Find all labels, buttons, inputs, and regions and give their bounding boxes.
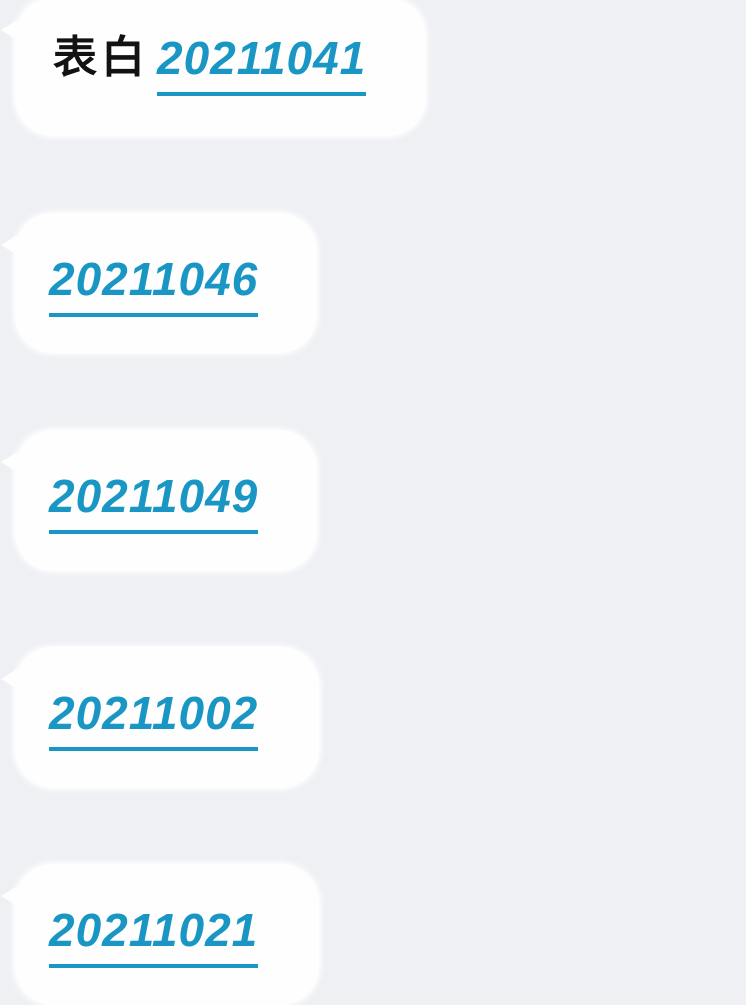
message-text: 表白 bbox=[53, 32, 149, 83]
message-bubble: 20211046 bbox=[1, 213, 317, 353]
number-link[interactable]: 20211021 bbox=[49, 902, 259, 968]
bubble-tail bbox=[1, 20, 17, 40]
message-bubble: 表白 20211041 bbox=[1, 0, 426, 136]
chat-message-list: 表白 20211041 20211046 20211049 20211002 2… bbox=[0, 0, 746, 1005]
number-link[interactable]: 20211046 bbox=[49, 251, 259, 317]
bubble-tail bbox=[1, 452, 17, 472]
message-bubble: 20211049 bbox=[1, 430, 317, 571]
number-link[interactable]: 20211041 bbox=[157, 30, 367, 96]
bubble-tail bbox=[1, 235, 17, 255]
bubble-tail bbox=[1, 669, 17, 689]
message-bubble: 20211021 bbox=[1, 864, 319, 1005]
number-link[interactable]: 20211002 bbox=[49, 685, 259, 751]
message-bubble: 20211002 bbox=[1, 647, 319, 788]
bubble-tail bbox=[1, 886, 17, 906]
number-link[interactable]: 20211049 bbox=[49, 468, 259, 534]
